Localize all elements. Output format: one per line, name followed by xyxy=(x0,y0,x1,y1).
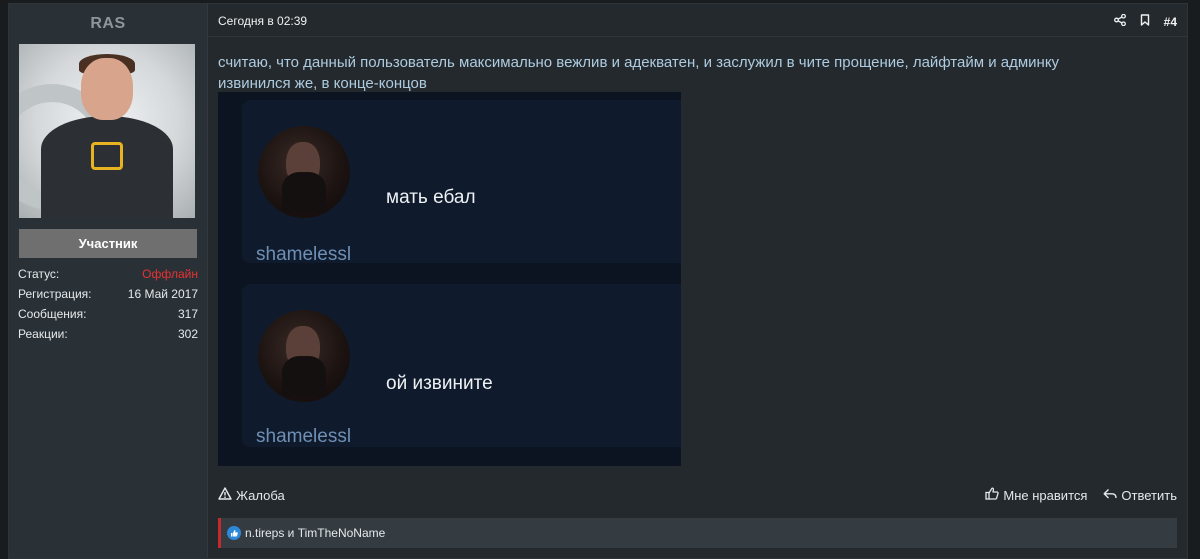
bookmark-icon[interactable] xyxy=(1140,14,1150,29)
card-message-text: ой извините xyxy=(386,373,493,394)
warning-icon xyxy=(218,487,232,503)
stat-label: Сообщения: xyxy=(18,307,87,321)
reply-label: Ответить xyxy=(1121,487,1177,503)
avatar-head xyxy=(81,58,133,120)
reactions-bar[interactable]: n.tireps и TimTheNoName xyxy=(218,518,1177,548)
stat-value-status: Оффлайн xyxy=(142,267,198,281)
thumbs-up-icon xyxy=(985,487,1000,503)
stat-row-registration: Регистрация: 16 Май 2017 xyxy=(18,284,198,304)
stat-label: Статус: xyxy=(18,267,60,281)
stat-label: Регистрация: xyxy=(18,287,92,301)
report-label: Жалоба xyxy=(236,487,285,503)
post-container: RAS Участник Статус: Оффлайн Регистрация… xyxy=(8,3,1188,559)
image-message-card: ой извините shamelessl xyxy=(242,284,681,447)
stat-value-messages: 317 xyxy=(177,307,198,321)
like-label: Мне нравится xyxy=(1003,487,1088,503)
post-message: считаю, что данный пользователь максимал… xyxy=(218,54,1060,92)
post-date[interactable]: Сегодня в 02:39 xyxy=(218,14,307,28)
role-badge: Участник xyxy=(19,229,197,258)
post-number-link[interactable]: #4 xyxy=(1164,15,1177,29)
post-header: Сегодня в 02:39 #4 xyxy=(218,13,1177,30)
card-author-name: shamelessl xyxy=(256,426,352,447)
reactions-users-text[interactable]: n.tireps и TimTheNoName xyxy=(245,526,385,540)
reply-button[interactable]: Ответить xyxy=(1103,488,1177,503)
stat-row-messages: Сообщения: 317 xyxy=(18,304,198,324)
card-avatar-hand xyxy=(282,172,326,212)
post-content: Сегодня в 02:39 #4 считаю, что данный по… xyxy=(208,4,1187,558)
card-avatar xyxy=(258,310,350,402)
share-icon[interactable] xyxy=(1113,13,1126,29)
stat-row-status: Статус: Оффлайн xyxy=(18,264,198,284)
stat-value-registration: 16 Май 2017 xyxy=(127,287,198,301)
report-button[interactable]: Жалоба xyxy=(218,487,285,503)
attached-image[interactable]: мать ебал shamelessl ой извините shamele… xyxy=(218,92,681,466)
avatar-shirt-logo xyxy=(91,142,123,170)
card-author-name: shamelessl xyxy=(256,244,352,265)
image-message-card: мать ебал shamelessl xyxy=(242,100,681,265)
like-reaction-icon xyxy=(227,526,241,540)
card-avatar-hand xyxy=(282,356,326,396)
stat-value-reactions: 302 xyxy=(177,327,198,341)
header-divider xyxy=(208,36,1187,37)
like-button[interactable]: Мне нравится xyxy=(985,487,1087,503)
post-footer-actions: Жалоба Мне нравится Ответить xyxy=(218,487,1177,505)
stat-label: Реакции: xyxy=(18,327,68,341)
avatar[interactable] xyxy=(19,44,195,218)
username[interactable]: RAS xyxy=(9,15,207,33)
user-info-panel: RAS Участник Статус: Оффлайн Регистрация… xyxy=(9,4,208,558)
reaction-actions: Мне нравится Ответить xyxy=(985,487,1177,503)
post-header-actions: #4 xyxy=(1113,13,1177,29)
stat-row-reactions: Реакции: 302 xyxy=(18,324,198,344)
card-avatar xyxy=(258,126,350,218)
reply-icon xyxy=(1103,488,1118,503)
user-stats: Статус: Оффлайн Регистрация: 16 Май 2017… xyxy=(18,264,198,344)
